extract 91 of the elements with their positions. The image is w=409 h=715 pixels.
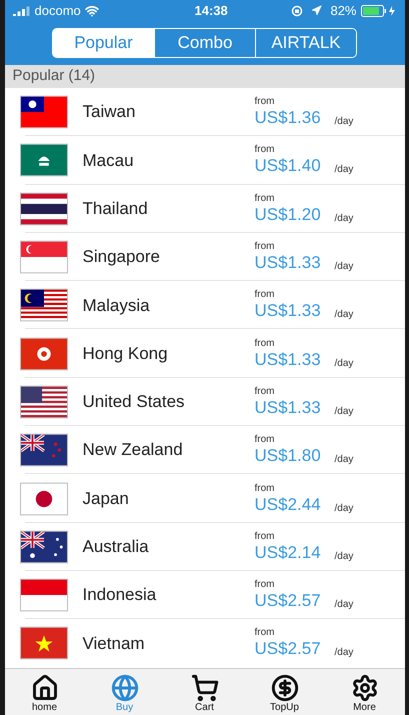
country-row[interactable]: Malaysia from US$1.33 /day [4,281,404,330]
location-icon [311,5,322,16]
price: US$2.57 [254,591,322,612]
per-day-label: /day [334,502,354,515]
per-day-label: /day [334,261,354,274]
flag-icon [20,433,68,468]
per-day-label: /day [334,454,354,466]
price: US$2.57 [254,639,322,660]
country-name: Macau [82,150,135,172]
flag-icon [20,482,68,516]
battery-percent: 82% [330,2,356,20]
country-name: Singapore [82,246,162,268]
per-day-label: /day [334,309,354,322]
from-label: from [254,627,276,640]
country-row[interactable]: Vietnam from US$2.57 /day [4,619,404,668]
country-row[interactable]: New Zealand from US$1.80 /day [4,426,404,474]
flag-icon [20,240,68,274]
country-name: United States [82,391,186,414]
flag-icon [20,95,68,130]
flag-icon [20,384,68,419]
dollar-icon [270,674,298,702]
segment-tab[interactable]: Popular [53,29,154,57]
from-label: from [254,144,276,156]
country-name: Vietnam [82,632,146,655]
cart-icon [190,674,218,702]
clock: 14:38 [193,2,228,20]
country-name: Taiwan [82,101,136,124]
country-row[interactable]: Thailand from US$1.20 /day [4,184,404,233]
per-day-label: /day [334,406,354,418]
per-day-label: /day [334,164,354,176]
from-label: from [254,289,276,302]
nav-tab[interactable]: home [4,669,84,715]
from-label: from [254,192,276,205]
per-day-label: /day [334,358,354,370]
flag-icon [20,530,68,564]
flag-icon [20,578,68,612]
country-row[interactable]: Japan from US$2.44 /day [4,474,404,523]
price: US$1.40 [254,156,322,176]
section-title: Popular (14) [12,66,96,86]
price: US$1.33 [254,301,322,322]
nav-tab[interactable]: TopUp [244,669,324,715]
price: US$1.36 [254,108,322,128]
carrier-name: docomo [34,2,81,20]
globe-icon [110,674,138,702]
from-label: from [254,434,276,446]
from-label: from [254,386,276,398]
country-name: Hong Kong [82,342,169,365]
flag-icon [20,143,68,178]
price: US$1.33 [254,350,322,370]
country-name: Japan [82,488,130,510]
per-day-label: /day [334,116,354,128]
from-label: from [254,338,276,350]
price: US$1.33 [254,398,322,418]
price: US$1.33 [254,253,322,274]
country-name: Thailand [82,198,149,220]
nav-tab[interactable]: More [324,669,404,715]
per-day-label: /day [334,212,354,225]
settings-icon [350,674,378,702]
country-name: New Zealand [82,439,184,462]
flag-icon [20,336,68,371]
per-day-label: /day [334,647,354,660]
country-name: Australia [82,536,150,558]
country-row[interactable]: Indonesia from US$2.57 /day [4,570,404,620]
price: US$1.20 [254,204,322,225]
country-row[interactable]: Australia from US$2.14 /day [4,522,404,571]
flag-icon [20,626,68,660]
price: US$1.80 [254,446,322,466]
per-day-label: /day [334,550,354,563]
price: US$2.44 [254,494,322,515]
from-label: from [254,96,276,108]
country-name: Indonesia [82,584,158,606]
per-day-label: /day [334,599,354,612]
country-row[interactable]: United States from US$1.33 /day [4,378,404,426]
from-label: from [254,241,276,254]
nav-tab[interactable]: Cart [164,669,244,715]
from-label: from [254,482,276,495]
country-row[interactable]: Macau from US$1.40 /day [4,136,404,185]
price: US$2.14 [254,542,322,563]
flag-icon [20,192,68,226]
country-row[interactable]: Hong Kong from US$1.33 /day [4,329,404,378]
flag-icon [20,288,68,322]
wifi-icon [84,4,99,18]
segment-tab[interactable]: AIRTALK [255,29,356,57]
signal-icon [12,6,30,16]
home-icon [30,674,58,702]
battery-icon [360,4,396,16]
country-row[interactable]: Singapore from US$1.33 /day [4,232,404,282]
from-label: from [254,579,276,592]
country-row[interactable]: Taiwan from US$1.36 /day [4,88,404,136]
country-name: Malaysia [82,294,151,317]
from-label: from [254,530,276,543]
